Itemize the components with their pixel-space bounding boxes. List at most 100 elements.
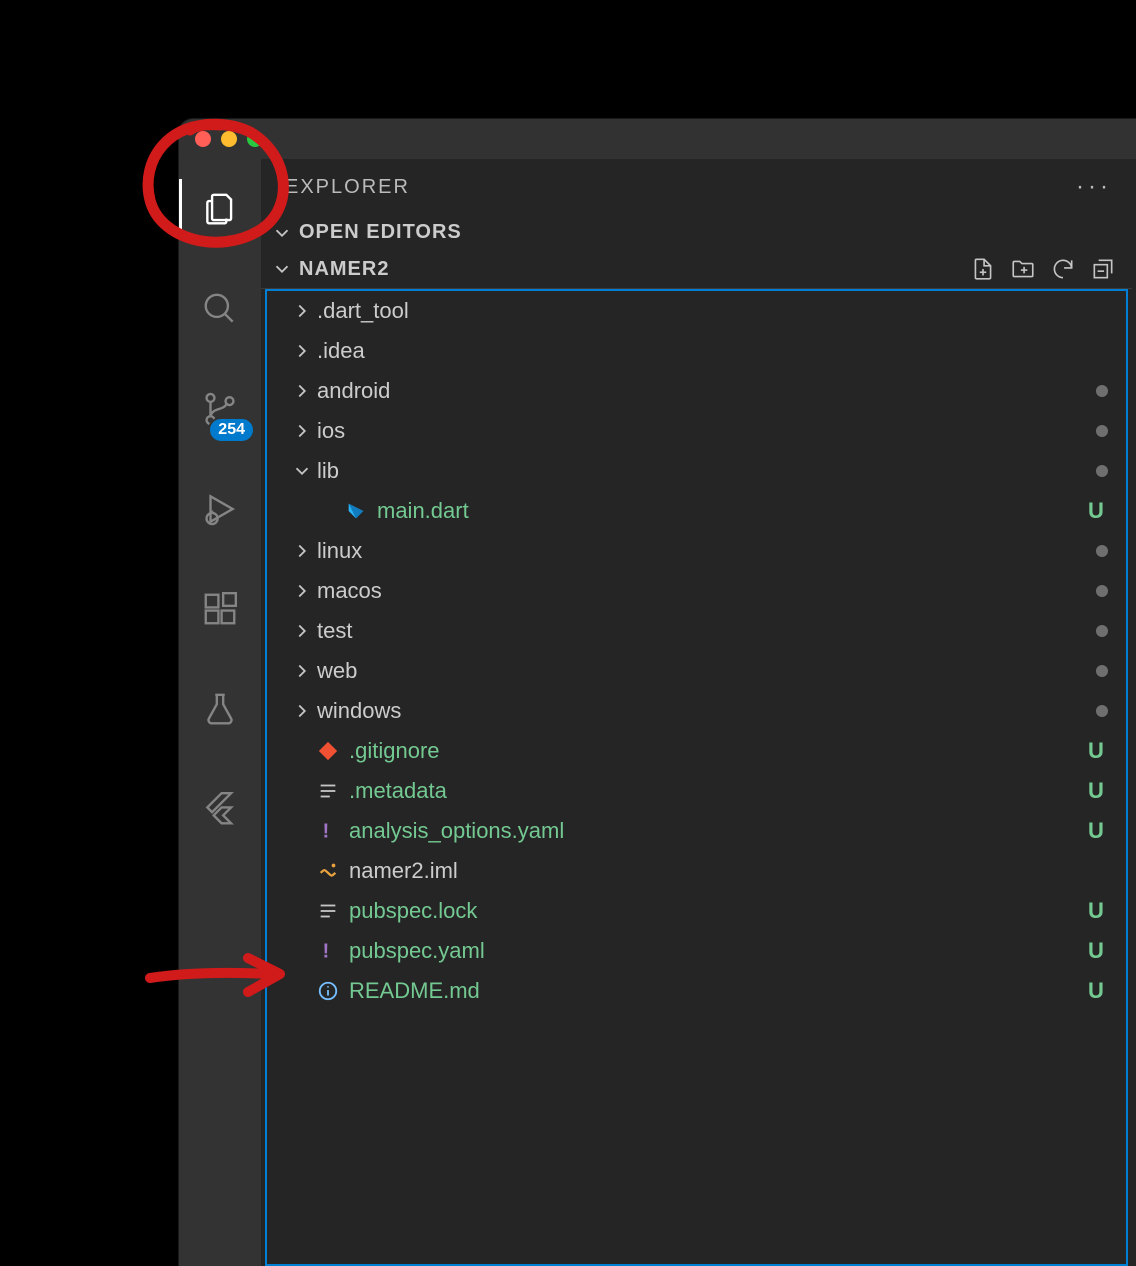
chevron-right-icon [291,300,313,322]
beaker-icon [201,690,239,728]
activity-bar: 254 [179,159,261,1266]
tree-item-label: main.dart [377,498,1084,524]
new-folder-icon[interactable] [1010,256,1036,282]
activity-explorer[interactable] [179,179,261,239]
app-window: 254 [179,119,1136,1266]
scm-status: U [1084,978,1108,1004]
tree-item-label: android [317,378,1096,404]
file-row[interactable]: pubspec.lockU [267,891,1126,931]
window-minimize-button[interactable] [221,131,237,147]
file-row[interactable]: .gitignoreU [267,731,1126,771]
scm-status: U [1084,778,1108,804]
folder-row[interactable]: windows [267,691,1126,731]
debug-icon [201,490,239,528]
open-editors-label: OPEN EDITORS [299,221,462,244]
activity-search[interactable] [179,279,261,339]
window-zoom-button[interactable] [247,131,263,147]
svg-text:!: ! [323,940,330,962]
file-row[interactable]: ! analysis_options.yamlU [267,811,1126,851]
chevron-right-icon [291,660,313,682]
file-row[interactable]: namer2.iml [267,851,1126,891]
activity-debug[interactable] [179,479,261,539]
chevron-down-icon [271,222,293,244]
search-icon [201,290,239,328]
folder-row[interactable]: android [267,371,1126,411]
folder-row[interactable]: web [267,651,1126,691]
scm-dot-indicator [1096,625,1108,637]
project-header-actions [970,256,1124,282]
project-name: NAMER2 [299,258,389,281]
yaml-file-icon: ! [317,940,339,962]
file-row[interactable]: README.mdU [267,971,1126,1011]
scm-badge: 254 [208,417,255,443]
collapse-all-icon[interactable] [1090,256,1116,282]
tree-item-label: pubspec.yaml [349,938,1084,964]
scm-dot-indicator [1096,425,1108,437]
file-row[interactable]: main.dartU [267,491,1126,531]
dart-file-icon [345,500,367,522]
yaml-file-icon: ! [317,820,339,842]
scm-status: U [1084,938,1108,964]
tree-item-label: README.md [349,978,1084,1004]
sidebar-title-row: EXPLORER ··· [261,159,1132,215]
file-row[interactable]: .metadataU [267,771,1126,811]
folder-row[interactable]: macos [267,571,1126,611]
scm-dot-indicator [1096,585,1108,597]
tree-item-label: .dart_tool [317,298,1084,324]
tree-item-label: web [317,658,1096,684]
tree-item-label: .gitignore [349,738,1084,764]
activity-source-control[interactable]: 254 [179,379,261,439]
scm-dot-indicator [1096,465,1108,477]
chevron-right-icon [291,540,313,562]
file-row[interactable]: ! pubspec.yamlU [267,931,1126,971]
folder-row[interactable]: .idea [267,331,1126,371]
scm-dot-indicator [1096,385,1108,397]
folder-row[interactable]: test [267,611,1126,651]
folder-row[interactable]: lib [267,451,1126,491]
tree-item-label: test [317,618,1096,644]
file-tree[interactable]: .dart_tool.ideaandroidioslibmain.dartUli… [265,289,1128,1266]
chevron-down-icon [271,258,293,280]
tree-item-label: macos [317,578,1096,604]
chevron-right-icon [291,420,313,442]
folder-row[interactable]: linux [267,531,1126,571]
chevron-right-icon [291,340,313,362]
explorer-sidebar: EXPLORER ··· OPEN EDITORS NAMER2 [261,159,1136,1266]
activity-testing[interactable] [179,679,261,739]
folder-row[interactable]: ios [267,411,1126,451]
tree-item-label: pubspec.lock [349,898,1084,924]
files-icon [201,190,239,228]
scm-status: U [1084,898,1108,924]
tree-item-label: windows [317,698,1096,724]
iml-file-icon [317,860,339,882]
tree-item-label: .metadata [349,778,1084,804]
git-file-icon [317,740,339,762]
sidebar-title: EXPLORER [285,176,410,199]
tree-item-label: linux [317,538,1096,564]
new-file-icon[interactable] [970,256,996,282]
scm-status: U [1084,498,1108,524]
tree-item-label: lib [317,458,1096,484]
window-close-button[interactable] [195,131,211,147]
text-file-icon [317,780,339,802]
chevron-down-icon [291,460,313,482]
scm-dot-indicator [1096,665,1108,677]
refresh-icon[interactable] [1050,256,1076,282]
tree-item-label: namer2.iml [349,858,1084,884]
project-header[interactable]: NAMER2 [261,250,1132,289]
tree-item-label: ios [317,418,1096,444]
activity-extensions[interactable] [179,579,261,639]
text-file-icon [317,900,339,922]
svg-text:!: ! [323,820,330,842]
activity-flutter[interactable] [179,779,261,839]
chevron-right-icon [291,380,313,402]
folder-row[interactable]: .dart_tool [267,291,1126,331]
info-file-icon [317,980,339,1002]
chevron-right-icon [291,700,313,722]
tree-item-label: analysis_options.yaml [349,818,1084,844]
sidebar-more-button[interactable]: ··· [1076,182,1112,192]
scm-status: U [1084,818,1108,844]
open-editors-header[interactable]: OPEN EDITORS [261,215,1132,250]
flutter-icon [201,790,239,828]
chevron-right-icon [291,580,313,602]
